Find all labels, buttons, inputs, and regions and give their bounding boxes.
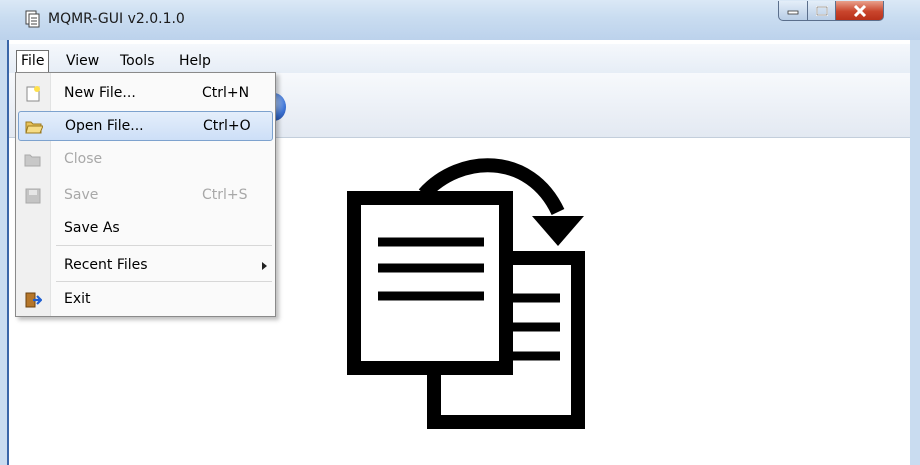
copy-documents-icon xyxy=(347,158,585,429)
menu-item-label: Save As xyxy=(64,220,120,236)
menu-item-exit[interactable]: Exit xyxy=(18,285,273,315)
maximize-icon xyxy=(815,5,828,16)
menu-item-save-as[interactable]: Save As xyxy=(18,214,273,244)
menu-item-save[interactable]: Save Ctrl+S xyxy=(18,181,273,211)
app-icon xyxy=(25,10,40,28)
window-frame-right xyxy=(910,40,920,465)
menu-item-label: Open File... xyxy=(65,118,144,134)
submenu-arrow-icon xyxy=(262,262,267,270)
menu-item-label: Exit xyxy=(64,291,91,307)
menu-item-label: New File... xyxy=(64,85,136,101)
menu-item-close[interactable]: Close xyxy=(18,145,273,175)
close-icon xyxy=(853,4,866,17)
menu-separator xyxy=(56,281,272,282)
menu-item-shortcut: Ctrl+O xyxy=(203,118,251,134)
menu-view[interactable]: View xyxy=(62,50,103,72)
maximize-button[interactable] xyxy=(808,1,836,21)
exit-door-icon xyxy=(25,292,42,308)
menu-file[interactable]: File xyxy=(16,50,50,72)
menu-item-label: Save xyxy=(64,187,99,203)
menu-help[interactable]: Help xyxy=(175,50,215,72)
window-title: MQMR-GUI v2.0.1.0 xyxy=(48,11,185,27)
menu-item-label: Close xyxy=(64,151,103,167)
menu-tools[interactable]: Tools xyxy=(116,50,159,72)
file-menu-dropdown: New File... Ctrl+N Open File... Ctrl+O C… xyxy=(15,72,276,317)
menu-separator xyxy=(56,245,272,246)
menu-item-shortcut: Ctrl+S xyxy=(202,187,248,203)
folder-icon xyxy=(24,154,41,167)
menu-item-new-file[interactable]: New File... Ctrl+N xyxy=(18,79,273,109)
menu-item-label: Recent Files xyxy=(64,257,148,273)
folder-open-icon xyxy=(25,121,43,134)
menu-item-recent-files[interactable]: Recent Files xyxy=(18,251,273,281)
close-button[interactable] xyxy=(836,1,884,21)
minimize-icon xyxy=(787,10,799,14)
save-icon xyxy=(25,188,41,204)
new-file-icon xyxy=(26,86,40,102)
minimize-button[interactable] xyxy=(778,1,808,21)
menu-item-shortcut: Ctrl+N xyxy=(202,85,250,101)
menu-item-open-file[interactable]: Open File... Ctrl+O xyxy=(18,111,273,141)
